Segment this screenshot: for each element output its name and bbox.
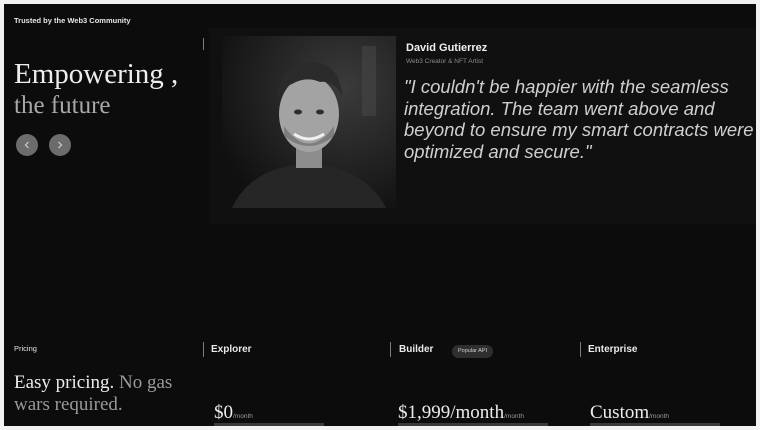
- chevron-left-icon: [24, 141, 29, 149]
- hero-headline: Empowering , the future: [14, 58, 178, 122]
- column-divider: [203, 38, 204, 50]
- price-value: $1,999/month: [398, 402, 505, 423]
- cropped-detail: [214, 423, 324, 426]
- plan-price-enterprise: Custom/month: [590, 402, 669, 424]
- carousel-prev-button[interactable]: [16, 134, 38, 156]
- trusted-tagline: Trusted by the Web3 Community: [14, 16, 131, 25]
- pricing-headline-main: Easy pricing.: [14, 372, 115, 393]
- price-value: Custom: [590, 402, 650, 423]
- cropped-detail: [398, 423, 548, 426]
- carousel-next-button[interactable]: [49, 134, 71, 156]
- popular-badge: Popular API: [452, 345, 494, 358]
- hero-headline-line2: the future: [14, 92, 111, 119]
- price-period: /month: [504, 413, 524, 420]
- plan-price-explorer: $0/month: [214, 402, 253, 424]
- pricing-headline: Easy pricing. No gas wars required.: [14, 372, 194, 416]
- price-value: $0: [214, 402, 233, 423]
- author-name: David Gutierrez: [406, 42, 488, 54]
- plan-name-enterprise: Enterprise: [588, 344, 638, 355]
- testimonial-card: David Gutierrez Web3 Creator & NFT Artis…: [209, 28, 756, 224]
- author-photo: [222, 36, 396, 208]
- pricing-label: Pricing: [14, 344, 37, 353]
- chevron-right-icon: [58, 141, 63, 149]
- hero-headline-line1: Empowering ,: [14, 58, 179, 90]
- author-role: Web3 Creator & NFT Artist: [406, 58, 484, 65]
- plan-name-builder: Builder: [399, 344, 434, 355]
- plan-divider: [203, 342, 204, 357]
- plan-price-builder: $1,999/month/month: [398, 402, 524, 424]
- plan-divider: [580, 342, 581, 357]
- plan-divider: [390, 342, 391, 357]
- page-frame: Trusted by the Web3 Community Empowering…: [4, 4, 756, 426]
- price-period: /month: [649, 413, 669, 420]
- cropped-detail: [590, 423, 720, 426]
- plan-name-explorer: Explorer: [211, 344, 252, 355]
- testimonial-quote: "I couldn't be happier with the seamless…: [404, 76, 754, 162]
- price-period: /month: [233, 413, 253, 420]
